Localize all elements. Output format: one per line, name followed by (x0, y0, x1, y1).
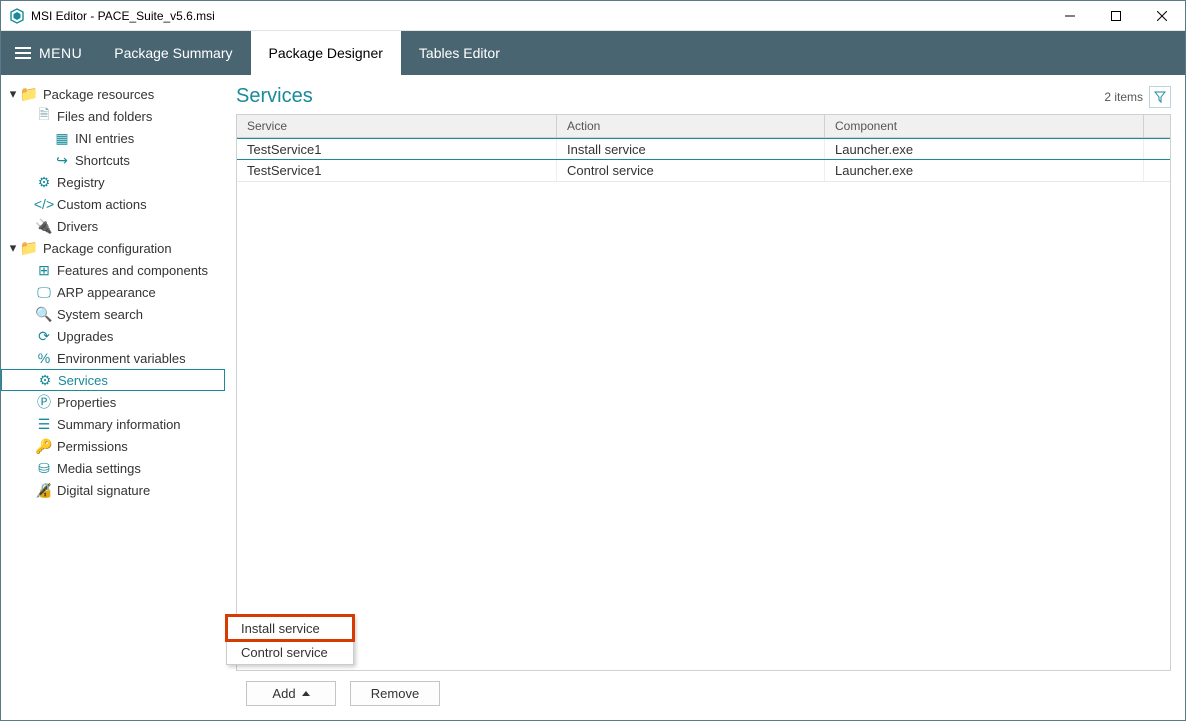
close-button[interactable] (1139, 1, 1185, 31)
add-button[interactable]: Add (246, 681, 336, 706)
drive-icon: ⛁ (35, 460, 53, 477)
code-icon: </> (35, 196, 53, 212)
sidebar-item-ini-entries[interactable]: ▦ INI entries (1, 127, 225, 149)
cell-extra (1144, 139, 1170, 159)
search-icon: 🔍 (35, 306, 53, 323)
sidebar-item-env-vars[interactable]: % Environment variables (1, 347, 225, 369)
sidebar-item-system-search[interactable]: 🔍 System search (1, 303, 225, 325)
cell-extra (1144, 160, 1170, 181)
puzzle-icon: ⊞ (35, 262, 53, 279)
table-header: Service Action Component (237, 115, 1170, 138)
menu-label: MENU (39, 45, 82, 61)
window-title: MSI Editor - PACE_Suite_v5.6.msi (31, 9, 1047, 23)
menu-item-control-service[interactable]: Control service (227, 640, 353, 664)
shortcut-icon: ↪ (53, 152, 71, 169)
filter-button[interactable] (1149, 86, 1171, 108)
top-nav: MENU Package Summary Package Designer Ta… (1, 31, 1185, 75)
sidebar-item-arp[interactable]: 🖵 ARP appearance (1, 281, 225, 303)
group-label: Package configuration (43, 241, 172, 256)
titlebar: MSI Editor - PACE_Suite_v5.6.msi (1, 1, 1185, 31)
group-package-configuration[interactable]: ▾ 📁 Package configuration (1, 237, 225, 259)
sidebar-item-services[interactable]: ⚙ Services (1, 369, 225, 391)
th-action[interactable]: Action (557, 115, 825, 137)
sidebar-item-media[interactable]: ⛁ Media settings (1, 457, 225, 479)
cell-component: Launcher.exe (825, 160, 1144, 181)
menu-button[interactable]: MENU (1, 31, 96, 75)
main: ▾ 📁 Package resources 🗎 Files and folder… (1, 75, 1185, 720)
refresh-icon: ⟳ (35, 328, 53, 345)
content-header: Services 2 items (236, 85, 1171, 108)
maximize-button[interactable] (1093, 1, 1139, 31)
table-row[interactable]: TestService1 Install service Launcher.ex… (237, 138, 1170, 160)
caret-up-icon (302, 691, 310, 696)
key-icon: 🔑 (35, 438, 53, 455)
sidebar-item-custom-actions[interactable]: </> Custom actions (1, 193, 225, 215)
sidebar-item-permissions[interactable]: 🔑 Permissions (1, 435, 225, 457)
caret-down-icon: ▾ (7, 242, 19, 254)
folder-icon: 📁 (21, 239, 37, 257)
table-row[interactable]: TestService1 Control service Launcher.ex… (237, 160, 1170, 182)
folder-icon: 📁 (21, 85, 37, 103)
services-table: Service Action Component TestService1 In… (236, 114, 1171, 671)
properties-icon: Ⓟ (35, 392, 53, 412)
list-icon: ☰ (35, 416, 53, 433)
content: Services 2 items Service Action Componen… (226, 75, 1185, 720)
caret-down-icon: ▾ (7, 88, 19, 100)
minimize-button[interactable] (1047, 1, 1093, 31)
cell-service: TestService1 (237, 160, 557, 181)
signature-icon: 🔏 (35, 482, 53, 499)
window-controls (1047, 1, 1185, 31)
tab-package-designer[interactable]: Package Designer (251, 31, 401, 75)
funnel-icon (1154, 91, 1166, 103)
app-icon (9, 8, 25, 24)
th-extra (1144, 115, 1170, 137)
registry-icon: ⚙ (35, 174, 53, 191)
group-label: Package resources (43, 87, 154, 102)
percent-icon: % (35, 350, 53, 366)
cell-action: Install service (557, 139, 825, 159)
ini-icon: ▦ (53, 130, 71, 147)
sidebar-item-features[interactable]: ⊞ Features and components (1, 259, 225, 281)
group-package-resources[interactable]: ▾ 📁 Package resources (1, 83, 225, 105)
table-body: TestService1 Install service Launcher.ex… (237, 138, 1170, 670)
menu-item-install-service[interactable]: Install service (227, 616, 353, 640)
sidebar-item-registry[interactable]: ⚙ Registry (1, 171, 225, 193)
tab-package-summary[interactable]: Package Summary (96, 31, 250, 75)
items-count: 2 items (1104, 90, 1143, 104)
remove-button[interactable]: Remove (350, 681, 440, 706)
bottom-bar: Add Remove (236, 671, 1171, 720)
drivers-icon: 🔌 (35, 218, 53, 235)
hamburger-icon (15, 44, 31, 62)
th-service[interactable]: Service (237, 115, 557, 137)
gear-icon: ⚙ (36, 372, 54, 389)
sidebar-item-shortcuts[interactable]: ↪ Shortcuts (1, 149, 225, 171)
sidebar-item-summary-info[interactable]: ☰ Summary information (1, 413, 225, 435)
page-title: Services (236, 85, 313, 108)
document-icon: 🗎 (35, 104, 53, 128)
sidebar-item-upgrades[interactable]: ⟳ Upgrades (1, 325, 225, 347)
sidebar-item-digital-signature[interactable]: 🔏 Digital signature (1, 479, 225, 501)
cell-service: TestService1 (237, 139, 557, 159)
sidebar: ▾ 📁 Package resources 🗎 Files and folder… (1, 75, 226, 720)
sidebar-item-files-and-folders[interactable]: 🗎 Files and folders (1, 105, 225, 127)
cell-component: Launcher.exe (825, 139, 1144, 159)
tab-tables-editor[interactable]: Tables Editor (401, 31, 518, 75)
add-menu: Install service Control service (226, 615, 354, 665)
th-component[interactable]: Component (825, 115, 1144, 137)
sidebar-item-drivers[interactable]: 🔌 Drivers (1, 215, 225, 237)
sidebar-item-properties[interactable]: Ⓟ Properties (1, 391, 225, 413)
monitor-icon: 🖵 (35, 284, 53, 301)
cell-action: Control service (557, 160, 825, 181)
